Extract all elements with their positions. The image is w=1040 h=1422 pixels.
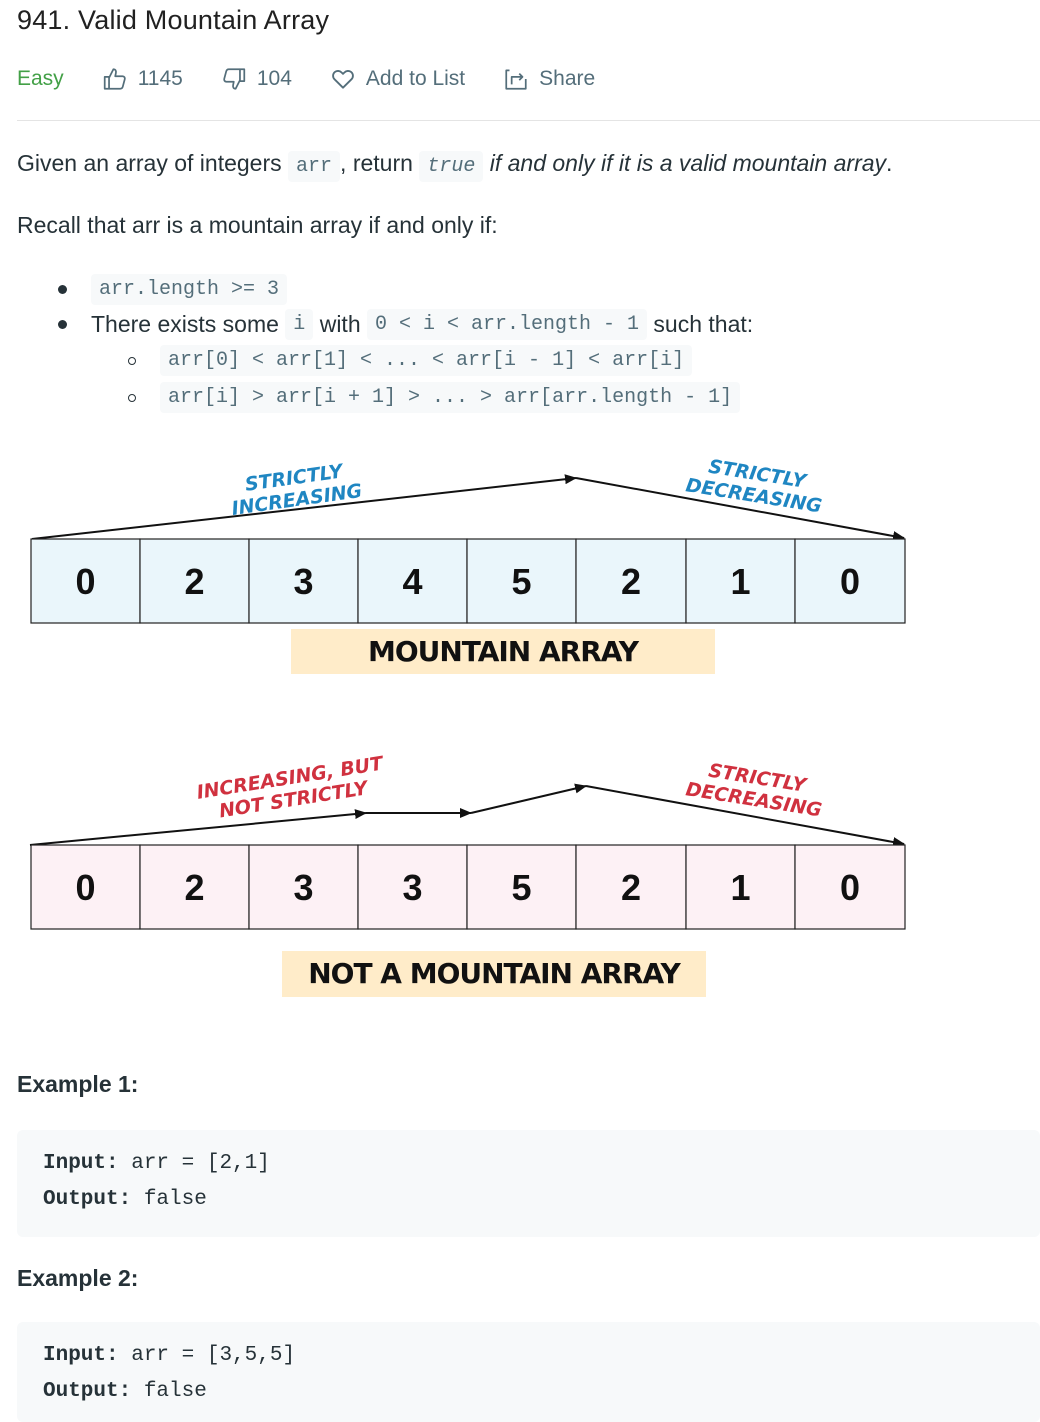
mountain-array-diagram: 0 2 3 4 5 2 1 0 STRICTLY INCREASING STRICTLY DE… (29, 456, 906, 997)
bullet-text: There exists some (91, 311, 286, 337)
mountain-example: 0 2 3 4 5 2 1 0 STRICTLY INCREASING STRICTLY DE… (30, 456, 906, 674)
strictly-decreasing-label: STRICTLY DECREASING (684, 760, 823, 822)
output-value: false (131, 1380, 207, 1403)
bullet-text: with (313, 311, 367, 337)
array-cell-value: 5 (511, 561, 531, 602)
input-value: arr = [3,5,5] (118, 1344, 296, 1367)
input-label: Input: (43, 1344, 119, 1367)
heart-icon (332, 70, 354, 89)
inline-code-increasing: arr[0] < arr[1] < ... < arr[i - 1] < arr… (160, 345, 693, 376)
array-cell-value: 3 (293, 867, 313, 908)
example-1-code-block: Input: arr = [2,1] Output: false (17, 1130, 1040, 1237)
increasing-arrow-2 (470, 783, 587, 814)
add-to-list-button[interactable]: Add to List (330, 66, 465, 92)
array-cell-value: 1 (730, 867, 750, 908)
array-cell-value: 0 (75, 561, 95, 602)
inline-code-range: 0 < i < arr.length - 1 (367, 309, 648, 340)
example-2-title: Example 2: (17, 1265, 139, 1291)
description-text: , return (340, 150, 420, 176)
example-output-line: Output: false (43, 1188, 207, 1211)
output-label: Output: (43, 1380, 132, 1403)
not-mountain-example: 02335210 INCREASING, BUT NOT STRICTLY ST… (29, 752, 906, 997)
thumbs-down-icon (223, 68, 246, 90)
share-button[interactable]: Share (503, 66, 595, 92)
not-mountain-caption: NOT A MOUNTAIN ARRAY (308, 957, 681, 990)
problem-title: 941. Valid Mountain Array (17, 5, 330, 35)
like-count: 1145 (137, 67, 183, 90)
array-cell-value: 5 (511, 867, 531, 908)
output-value: false (131, 1188, 207, 1211)
description-text: . (886, 150, 893, 176)
dislike-button[interactable]: 104 (221, 66, 292, 92)
recall-paragraph: Recall that arr is a mountain array if a… (17, 212, 498, 238)
input-label: Input: (43, 1152, 119, 1175)
sub-bullet-circle (128, 393, 136, 402)
array-cell-value: 2 (621, 561, 641, 602)
inline-code-decreasing: arr[i] > arr[i + 1] > ... > arr[arr.leng… (160, 382, 741, 413)
share-label: Share (539, 67, 596, 90)
strictly-decreasing-label: STRICTLY DECREASING (684, 456, 823, 518)
bullet-dot (58, 285, 67, 294)
array-cell-value: 2 (184, 867, 204, 908)
array-cell-value: 3 (402, 867, 422, 908)
example-2-code-block: Input: arr = [3,5,5] Output: false (17, 1322, 1040, 1422)
sub-bullet-decreasing: arr[i] > arr[i + 1] > ... > arr[arr.leng… (128, 382, 741, 413)
thumbs-up-icon (103, 68, 126, 90)
header-divider (17, 120, 1040, 121)
inline-code-i: i (285, 309, 314, 340)
input-value: arr = [2,1] (118, 1152, 270, 1175)
inline-code-length: arr.length >= 3 (91, 274, 288, 305)
bullet-item-length: arr.length >= 3 (58, 274, 288, 305)
example-output-line: Output: false (43, 1380, 207, 1403)
array-cell-value: 2 (621, 867, 641, 908)
sub-bullet-increasing: arr[0] < arr[1] < ... < arr[i - 1] < arr… (128, 345, 693, 376)
sub-bullet-circle (128, 356, 136, 365)
like-button[interactable]: 1145 (102, 66, 183, 92)
array-cell-value: 0 (840, 867, 860, 908)
bullet-text: such that: (647, 311, 754, 337)
array-cell-value: 3 (293, 561, 313, 602)
inline-code-arr: arr (288, 151, 341, 182)
mountain-caption: MOUNTAIN ARRAY (368, 635, 640, 668)
array-cell-value: 0 (75, 867, 95, 908)
add-to-list-label: Add to List (365, 67, 466, 90)
description-paragraph: Given an array of integers arr, return t… (17, 150, 893, 182)
description-italic: if and only if it is a valid mountain ar… (483, 150, 887, 176)
bullet-dot (58, 320, 67, 329)
inline-code-true: true (419, 151, 484, 182)
example-input-line: Input: arr = [2,1] (43, 1152, 270, 1175)
strictly-increasing-label: STRICTLY INCREASING (230, 460, 363, 520)
dislike-count: 104 (256, 67, 292, 90)
array-cell-value: 4 (402, 561, 422, 602)
example-input-line: Input: arr = [3,5,5] (43, 1344, 295, 1367)
output-label: Output: (43, 1188, 132, 1211)
increasing-arrow (29, 809, 367, 846)
array-cell-value: 0 (840, 561, 860, 602)
description-text: Given an array of integers (17, 150, 289, 176)
array-cell-value: 1 (730, 561, 750, 602)
share-icon (505, 69, 527, 90)
difficulty-badge: Easy (17, 67, 64, 90)
bullet-item-exists: There exists some i with 0 < i < arr.len… (58, 309, 753, 340)
problem-meta-bar: Easy 1145 104 Add to List Share (17, 63, 633, 95)
array-cell-value: 2 (184, 561, 204, 602)
example-1-title: Example 1: (17, 1071, 139, 1097)
